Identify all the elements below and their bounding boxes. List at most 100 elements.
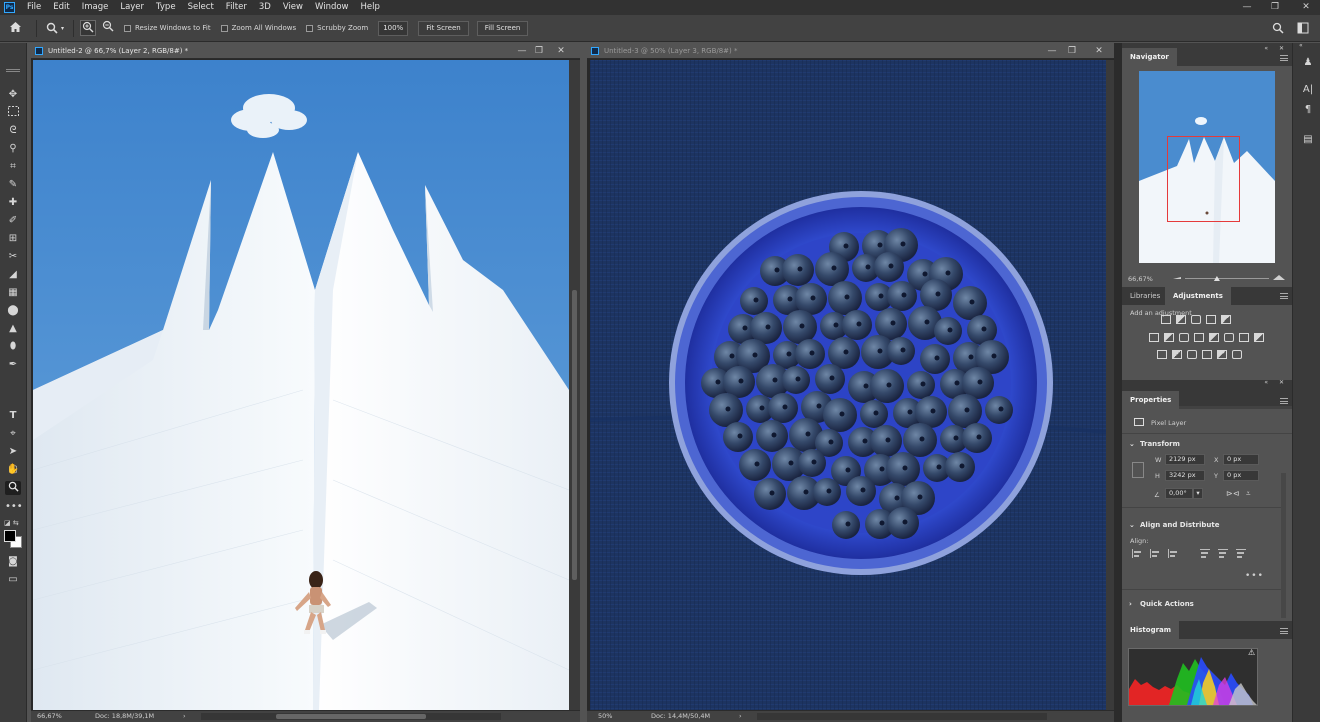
x-field[interactable]: 0 px xyxy=(1223,454,1259,465)
history-brush-tool-icon[interactable]: ✂ xyxy=(5,250,21,264)
clone-stamp-tool-icon[interactable]: ⊞ xyxy=(5,232,21,246)
fill-screen-button[interactable]: Fill Screen xyxy=(476,20,529,36)
libraries-panel-icon[interactable]: ♟ xyxy=(1301,56,1315,70)
more-options-icon[interactable]: ••• xyxy=(1245,571,1264,581)
align-top-icon[interactable] xyxy=(1200,549,1210,558)
brush-tool-icon[interactable]: ✐ xyxy=(5,214,21,228)
link-icon[interactable] xyxy=(1132,462,1144,478)
foreground-color-swatch[interactable] xyxy=(4,530,16,542)
align-center-h-icon[interactable] xyxy=(1150,549,1160,558)
menu-3d[interactable]: 3D xyxy=(253,0,277,15)
photoshop-logo[interactable]: Ps xyxy=(4,2,15,13)
quick-actions-header[interactable]: Quick Actions xyxy=(1140,600,1194,608)
resize-windows-checkbox[interactable]: Resize Windows to Fit xyxy=(124,24,211,32)
zoom-out-icon[interactable] xyxy=(100,20,116,36)
histogram-tab[interactable]: Histogram xyxy=(1122,621,1180,639)
direct-selection-tool-icon[interactable]: ➤ xyxy=(5,445,21,459)
gradient-tool-icon[interactable]: ▦ xyxy=(5,286,21,300)
marquee-tool-icon[interactable] xyxy=(5,106,21,120)
photo-filter-icon[interactable] xyxy=(1194,333,1204,342)
quick-mask-icon[interactable]: ◙ xyxy=(5,555,21,569)
scrollbar-thumb[interactable] xyxy=(276,714,426,719)
align-right-icon[interactable] xyxy=(1168,549,1178,558)
selective-color-icon[interactable] xyxy=(1187,350,1197,359)
pattern-icon[interactable] xyxy=(1217,350,1227,359)
panel-menu-icon[interactable] xyxy=(1280,55,1288,61)
search-icon[interactable] xyxy=(1272,22,1284,36)
panel-menu-icon[interactable] xyxy=(1280,398,1288,404)
threshold-icon[interactable] xyxy=(1157,350,1167,359)
app-close-button[interactable]: ✕ xyxy=(1294,0,1318,15)
adjustments-tab[interactable]: Adjustments xyxy=(1165,287,1231,305)
doc-close-button[interactable]: ✕ xyxy=(1091,43,1107,59)
canvas-area[interactable] xyxy=(32,60,570,710)
toolbar-grip[interactable] xyxy=(6,69,20,72)
scrollbar-thumb[interactable] xyxy=(572,290,577,580)
levels-icon[interactable] xyxy=(1176,315,1186,324)
status-menu-arrow[interactable]: › xyxy=(183,711,186,722)
app-minimize-button[interactable]: — xyxy=(1235,0,1259,15)
channel-mixer-icon[interactable] xyxy=(1209,333,1219,342)
app-restore-button[interactable]: ❐ xyxy=(1263,0,1287,15)
navigator-zoom-value[interactable]: 66,67% xyxy=(1128,275,1153,283)
quick-actions-chevron-icon[interactable]: › xyxy=(1129,600,1132,608)
libraries-tab[interactable]: Libraries xyxy=(1122,287,1168,305)
menu-select[interactable]: Select xyxy=(182,0,220,15)
blur-tool-icon[interactable]: ⬤ xyxy=(5,304,21,318)
menu-type[interactable]: Type xyxy=(150,0,182,15)
crop-tool-icon[interactable]: ⌗ xyxy=(5,160,21,174)
align-center-v-icon[interactable] xyxy=(1218,549,1228,558)
align-bottom-icon[interactable] xyxy=(1236,549,1246,558)
path-selection-tool-icon[interactable]: ✒ xyxy=(5,358,21,372)
properties-tab[interactable]: Properties xyxy=(1122,391,1180,409)
flip-vertical-icon[interactable]: ⩡ xyxy=(1246,489,1251,499)
view-rectangle[interactable] xyxy=(1167,136,1240,222)
vibrance-icon[interactable] xyxy=(1221,315,1231,324)
zoom-percent-field[interactable]: 100% xyxy=(378,20,409,36)
properties-scrollbar[interactable] xyxy=(1281,473,1286,618)
layer-comps-panel-icon[interactable]: ▤ xyxy=(1301,133,1315,147)
menu-layer[interactable]: Layer xyxy=(114,0,150,15)
eraser-tool-icon[interactable]: ◢ xyxy=(5,268,21,282)
height-field[interactable]: 3242 px xyxy=(1165,470,1205,481)
pen-tool-icon[interactable]: ⬮ xyxy=(5,340,21,354)
character-panel-icon[interactable]: A| xyxy=(1301,83,1315,97)
hue-saturation-icon[interactable] xyxy=(1149,333,1159,342)
expand-panels-icon[interactable]: « xyxy=(1299,42,1303,49)
transform-header[interactable]: Transform xyxy=(1140,440,1180,448)
document-window-2[interactable]: Untitled-3 @ 50% (Layer 3, RGB/8#) * — ❐… xyxy=(587,43,1115,722)
menu-file[interactable]: File xyxy=(21,0,47,15)
histogram-warning-icon[interactable]: ⚠ xyxy=(1248,648,1255,657)
panel-close-icon[interactable]: ✕ xyxy=(1279,379,1284,386)
lasso-tool-icon[interactable]: ᘓ xyxy=(5,124,21,138)
checkbox-box[interactable] xyxy=(306,24,314,32)
blueberries-photo[interactable] xyxy=(589,60,1107,710)
dodge-tool-icon[interactable]: ▲ xyxy=(5,322,21,336)
paragraph-panel-icon[interactable]: ¶ xyxy=(1301,103,1315,117)
angle-field[interactable]: 0,00° xyxy=(1165,488,1193,499)
navigator-zoom-slider[interactable] xyxy=(1169,272,1287,284)
invert-icon[interactable] xyxy=(1239,333,1249,342)
width-field[interactable]: 2129 px xyxy=(1165,454,1205,465)
menu-filter[interactable]: Filter xyxy=(220,0,253,15)
checkbox-box[interactable] xyxy=(124,24,131,32)
zoom-icon[interactable]: ▾ xyxy=(43,22,67,34)
horizontal-scrollbar[interactable] xyxy=(757,713,1047,720)
color-balance-icon[interactable] xyxy=(1164,333,1174,342)
doc-minimize-button[interactable]: — xyxy=(1044,43,1060,59)
menu-view[interactable]: View xyxy=(277,0,309,15)
document-tab-2[interactable]: Untitled-3 @ 50% (Layer 3, RGB/8#) * — ❐… xyxy=(587,43,1115,59)
horizontal-scrollbar[interactable] xyxy=(201,713,501,720)
menu-window[interactable]: Window xyxy=(309,0,355,15)
panel-menu-icon[interactable] xyxy=(1280,293,1288,299)
document-window-1[interactable]: Untitled-2 @ 66,7% (Layer 2, RGB/8#) * —… xyxy=(31,43,580,722)
document-tab-1[interactable]: Untitled-2 @ 66,7% (Layer 2, RGB/8#) * —… xyxy=(31,43,580,59)
gradient-fill-icon[interactable] xyxy=(1232,350,1242,359)
zoom-all-windows-checkbox[interactable]: Zoom All Windows xyxy=(220,24,296,32)
angle-dropdown-icon[interactable]: ▾ xyxy=(1193,488,1203,499)
zoom-tool-icon[interactable] xyxy=(5,481,21,495)
home-icon[interactable] xyxy=(0,21,30,36)
screen-mode-icon[interactable]: ▭ xyxy=(5,573,21,587)
canvas-area[interactable] xyxy=(589,60,1107,710)
tent-photo[interactable] xyxy=(32,60,570,710)
